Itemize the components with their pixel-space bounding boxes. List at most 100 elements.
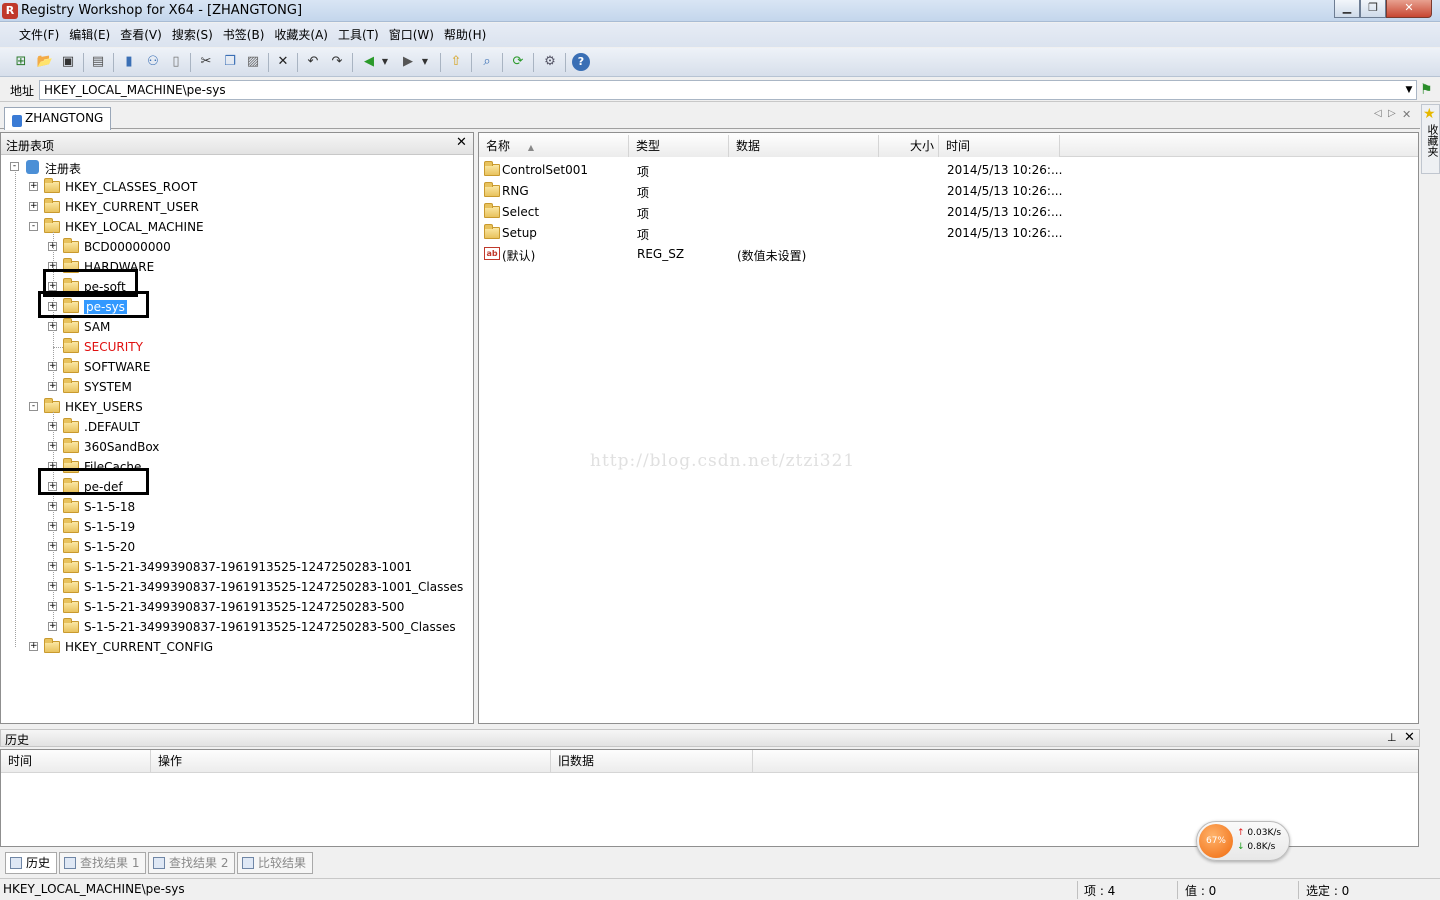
copy-icon[interactable]: ❐ — [221, 53, 239, 71]
string-value-icon: ab — [484, 247, 500, 260]
tree-node-label: BCD00000000 — [84, 240, 171, 254]
paste-icon[interactable]: ▨ — [244, 53, 262, 71]
annotation-box — [38, 291, 149, 318]
list-row[interactable]: Select 项 2014/5/13 10:26:... — [483, 202, 1413, 223]
address-dropdown-icon[interactable]: ▼ — [1402, 81, 1416, 99]
up-level-icon[interactable]: ⇧ — [447, 53, 465, 71]
tree-node-label: SOFTWARE — [84, 360, 151, 374]
list-row[interactable]: Setup 项 2014/5/13 10:26:... — [483, 223, 1413, 244]
tab-next-icon[interactable]: ▷ — [1388, 108, 1396, 119]
menu-file[interactable]: 文件(F) — [14, 23, 64, 47]
cell-name: Setup — [502, 226, 537, 240]
cell-name: RNG — [502, 184, 529, 198]
registry-tree[interactable]: - 注册表 + HKEY_CLASSES_ROOT + HKEY_CURRENT_USER… — [1, 157, 473, 723]
menu-bookmarks[interactable]: 书签(B) — [218, 23, 270, 47]
column-time[interactable]: 时间 — [939, 135, 1060, 157]
forward-icon[interactable]: ▶ — [399, 53, 417, 71]
save-icon[interactable]: ▣ — [59, 53, 77, 71]
document-tabs: ZHANGTONG — [0, 104, 1420, 130]
refresh-icon[interactable]: ⟳ — [509, 53, 527, 71]
address-bar: 地址 HKEY_LOCAL_MACHINE\pe-sys ▼ ⚑ — [0, 78, 1440, 102]
cell-time: 2014/5/13 10:26:... — [947, 226, 1063, 240]
list-row[interactable]: ControlSet001 项 2014/5/13 10:26:... — [483, 160, 1413, 181]
open-icon[interactable]: 📂 — [36, 53, 54, 71]
redo-icon[interactable]: ↷ — [328, 53, 346, 71]
undo-icon[interactable]: ↶ — [304, 53, 322, 71]
menu-edit[interactable]: 编辑(E) — [64, 23, 115, 47]
list-row[interactable]: RNG 项 2014/5/13 10:26:... — [483, 181, 1413, 202]
tab-history[interactable]: 历史 — [5, 852, 57, 874]
export-icon[interactable]: ▯ — [167, 53, 185, 71]
folder-icon — [44, 178, 60, 193]
tree-close-icon[interactable]: ✕ — [456, 135, 467, 150]
expand-icon[interactable]: + — [29, 642, 38, 651]
address-input[interactable]: HKEY_LOCAL_MACHINE\pe-sys — [39, 80, 1417, 100]
tab-find-results-1[interactable]: 查找结果 1 — [59, 852, 146, 874]
folder-icon — [44, 198, 60, 213]
collapse-icon[interactable]: - — [29, 222, 38, 231]
sort-ascending-icon: ▲ — [527, 143, 534, 152]
registry-icon[interactable]: ▮ — [120, 53, 138, 71]
history-close-icon[interactable]: ✕ — [1404, 730, 1415, 745]
folder-icon — [63, 498, 79, 513]
menu-help[interactable]: 帮助(H) — [439, 23, 491, 47]
connect-registry-icon[interactable]: ⊞ — [12, 53, 30, 71]
close-button[interactable]: ✕ — [1386, 0, 1432, 18]
tab-zhangtong[interactable]: ZHANGTONG — [4, 107, 111, 130]
history-column-action[interactable]: 操作 — [151, 750, 551, 773]
menu-tools[interactable]: 工具(T) — [333, 23, 384, 47]
history-columns: 时间 操作 旧数据 — [1, 750, 1418, 773]
cell-time: 2014/5/13 10:26:... — [947, 205, 1063, 219]
folder-icon — [63, 418, 79, 433]
address-label: 地址 — [10, 84, 35, 98]
collapse-icon[interactable]: - — [10, 162, 19, 171]
menu-bar: 文件(F) 编辑(E) 查看(V) 搜索(S) 书签(B) 收藏夹(A) 工具(T) 窗口(W… — [0, 23, 1440, 47]
star-icon: ★ — [1423, 106, 1436, 122]
back-icon[interactable]: ◀ — [360, 53, 378, 71]
print-icon[interactable]: ▤ — [89, 53, 107, 71]
tab-compare-results[interactable]: 比较结果 — [237, 852, 313, 874]
tab-close-icon[interactable]: ✕ — [1402, 108, 1411, 121]
download-arrow-icon: ↓ — [1237, 842, 1245, 852]
options-icon[interactable]: ⚙ — [541, 53, 559, 71]
tab-find-results-2[interactable]: 查找结果 2 — [148, 852, 235, 874]
menu-window[interactable]: 窗口(W) — [384, 23, 439, 47]
tree-node-label: HKEY_CLASSES_ROOT — [65, 180, 198, 194]
minimize-button[interactable]: ▁ — [1334, 0, 1360, 18]
expand-icon[interactable]: + — [29, 202, 38, 211]
pin-icon[interactable]: ⊥ — [1387, 731, 1397, 744]
maximize-button[interactable]: ❐ — [1360, 0, 1386, 18]
column-name[interactable]: 名称 ▲ — [479, 135, 629, 157]
column-type[interactable]: 类型 — [629, 135, 729, 157]
column-data[interactable]: 数据 — [729, 135, 879, 157]
cell-name: ControlSet001 — [502, 163, 588, 177]
tree-node-label: S-1-5-18 — [84, 500, 136, 514]
tab-prev-icon[interactable]: ◁ — [1374, 108, 1382, 119]
find-icon[interactable]: ⌕ — [478, 53, 496, 71]
column-size[interactable]: 大小 — [879, 135, 939, 157]
history-column-time[interactable]: 时间 — [1, 750, 151, 773]
cut-icon[interactable]: ✂ — [197, 53, 215, 71]
tree-node-label: S-1-5-21-3499390837-1961913525-124725028… — [84, 620, 456, 634]
network-icon[interactable]: ⚇ — [144, 53, 162, 71]
help-icon[interactable]: ? — [572, 53, 590, 71]
folder-icon — [63, 578, 79, 593]
compare-icon — [242, 857, 254, 869]
title-bar[interactable]: R Registry Workshop for X64 - [ZHANGTONG… — [0, 0, 1440, 22]
list-row[interactable]: ab (默认) REG_SZ (数值未设置) — [483, 244, 1413, 265]
tree-node-label: SYSTEM — [84, 380, 132, 394]
tree-node-label: 360SandBox — [84, 440, 160, 454]
network-speed-widget[interactable]: 67% ↑ 0.03K/s ↓ 0.8K/s — [1196, 821, 1290, 861]
collapse-icon[interactable]: - — [29, 402, 38, 411]
delete-icon[interactable]: ✕ — [274, 53, 292, 71]
menu-search[interactable]: 搜索(S) — [167, 23, 218, 47]
cell-type: REG_SZ — [637, 247, 685, 261]
back-dropdown-icon[interactable]: ▼ — [380, 53, 390, 71]
menu-favorites[interactable]: 收藏夹(A) — [269, 23, 333, 47]
forward-dropdown-icon[interactable]: ▼ — [420, 53, 430, 71]
expand-icon[interactable]: + — [29, 182, 38, 191]
menu-view[interactable]: 查看(V) — [115, 23, 167, 47]
go-icon[interactable]: ⚑ — [1420, 82, 1434, 98]
history-column-old-data[interactable]: 旧数据 — [551, 750, 753, 773]
tree-node-label: HKEY_LOCAL_MACHINE — [65, 220, 204, 234]
